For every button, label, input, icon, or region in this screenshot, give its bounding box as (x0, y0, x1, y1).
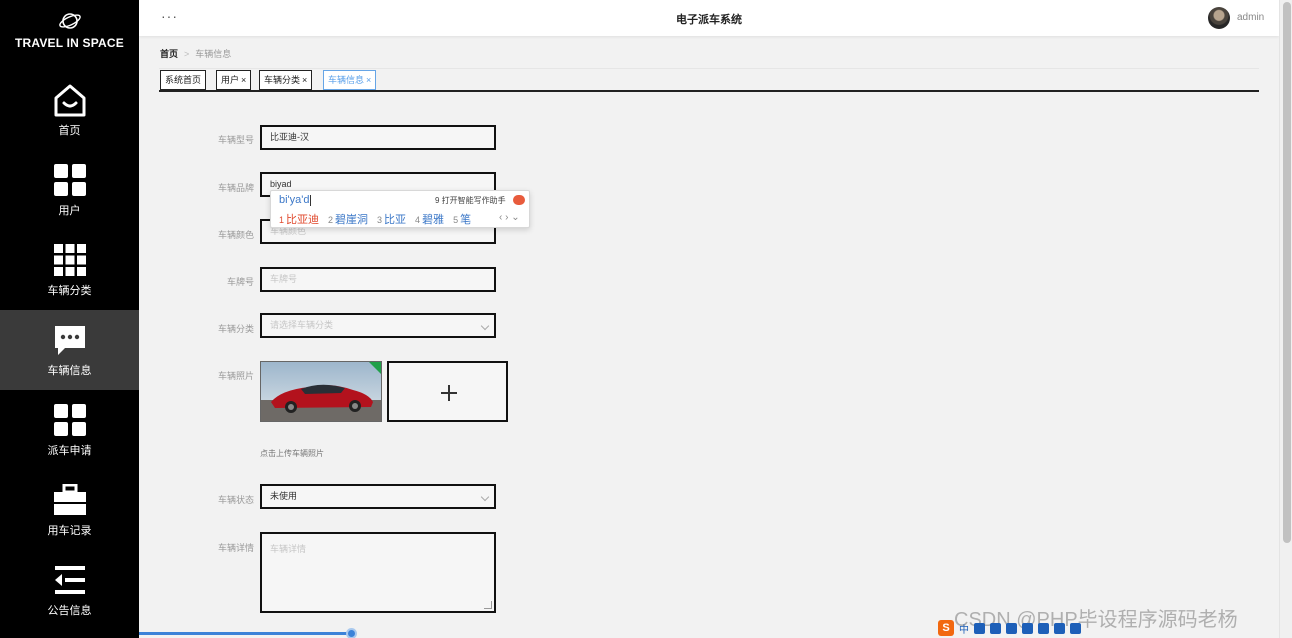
chat-icon (52, 322, 88, 358)
planet-icon (58, 13, 81, 29)
ime-pinyin: bi'ya'd (279, 194, 311, 206)
tab-bar: 系统首页 用户 × 车辆分类 × 车辆信息 × (159, 68, 1259, 92)
sidebar-item-label: 用户 (58, 205, 81, 217)
status-select[interactable]: 未使用 (260, 484, 496, 509)
text-caret (309, 194, 311, 206)
model-label: 车辆型号 (217, 135, 254, 145)
tab-system-home[interactable]: 系统首页 (160, 70, 207, 90)
sidebar-item-home[interactable]: 首页 (0, 70, 139, 150)
breadcrumb: 首页 > 车辆信息 (160, 47, 231, 60)
sidebar-item-usage-records[interactable]: 用车记录 (0, 470, 139, 550)
home-icon (52, 82, 88, 118)
ime-assist-link[interactable]: 9 打开智能写作助手 (435, 195, 506, 206)
ime-candidate[interactable]: 3 比亚 (377, 214, 406, 226)
ime-candidate[interactable]: 5笔 (453, 214, 471, 226)
ime-candidates: 1 比亚迪 2 碧崖洞 3 比亚 4 碧雅 5 笔 (279, 211, 480, 227)
chevron-down-icon (480, 321, 490, 331)
sidebar-item-announcements[interactable]: 公告信息 (0, 550, 139, 630)
tab-label: 车辆分类 (264, 75, 301, 85)
tab-vehicle-category[interactable]: 车辆分类 × (259, 70, 313, 90)
punctuation-icon[interactable] (974, 622, 985, 634)
ime-mode[interactable]: 中 (959, 621, 969, 636)
resize-handle[interactable] (484, 601, 492, 609)
chevron-down-icon (480, 492, 490, 502)
ime-candidate[interactable]: 1 比亚迪 (279, 214, 319, 226)
plus-icon (448, 385, 450, 401)
plate-label: 车牌号 (226, 277, 254, 287)
brand-name: TRAVEL IN SPACE (14, 36, 124, 50)
briefcase-icon (52, 482, 88, 518)
cloud-icon[interactable] (1038, 622, 1049, 634)
upload-hint: 点击上传车辆照片 (260, 449, 324, 458)
car-image (261, 362, 381, 421)
ime-candidate-popup: bi'ya'd 9 打开智能写作助手 1 比亚迪 2 碧崖洞 3 比亚 4 碧雅 5 笔 ‹ › … (270, 190, 530, 228)
sogou-logo-icon[interactable]: S (938, 620, 954, 636)
sidebar-item-dispatch-request[interactable]: 派车申请 (0, 390, 139, 470)
model-input[interactable]: 比亚迪-汉 (260, 125, 496, 150)
sidebar-item-label: 首页 (58, 125, 81, 137)
tab-label: 用户 (221, 75, 240, 85)
sidebar-item-vehicle-info[interactable]: 车辆信息 (0, 310, 139, 390)
breadcrumb-home[interactable]: 首页 (160, 49, 178, 59)
category-placeholder: 请选择车辆分类 (270, 320, 334, 330)
list-icon (52, 562, 88, 598)
toolbox-icon[interactable] (1054, 622, 1065, 634)
sidebar-item-label: 用车记录 (47, 525, 92, 537)
ime-candidate[interactable]: 2 碧崖洞 (328, 214, 368, 226)
close-icon[interactable]: × (366, 75, 371, 85)
brand-label: 车辆品牌 (217, 183, 254, 193)
category-label: 车辆分类 (217, 324, 254, 334)
details-placeholder: 车辆详情 (270, 544, 307, 554)
close-icon[interactable]: × (241, 75, 246, 85)
apps-icon (52, 242, 88, 278)
close-icon[interactable]: × (302, 75, 307, 85)
sidebar-item-label: 派车申请 (47, 445, 92, 457)
ime-pager[interactable]: ‹ › ⌄ (499, 212, 520, 223)
ime-toolbar: S 中 (938, 620, 1081, 636)
grid-icon (52, 162, 88, 198)
status-value: 未使用 (270, 491, 298, 501)
assistant-icon[interactable] (513, 195, 525, 205)
plate-input[interactable]: 车牌号 (260, 267, 496, 292)
details-textarea[interactable]: 车辆详情 (260, 532, 496, 613)
details-label: 车辆详情 (217, 543, 254, 553)
sidebar-item-label: 车辆信息 (47, 365, 92, 377)
sidebar-item-users[interactable]: 用户 (0, 150, 139, 230)
photo-label: 车辆照片 (217, 371, 254, 381)
progress-knob (346, 628, 357, 638)
sidebar-item-label: 公告信息 (47, 605, 92, 617)
color-label: 车辆颜色 (217, 230, 254, 240)
settings-icon[interactable] (1070, 622, 1081, 634)
breadcrumb-current: 车辆信息 (195, 49, 232, 59)
upload-photo-button[interactable] (387, 361, 508, 422)
top-header: ··· 电子派车系统 admin (139, 0, 1279, 36)
grid-icon (52, 402, 88, 438)
ime-candidate[interactable]: 4 碧雅 (415, 214, 444, 226)
sidebar-item-vehicle-category[interactable]: 车辆分类 (0, 230, 139, 310)
sidebar: TRAVEL IN SPACE 首页 用户 车辆分类 车辆信息 派车申请 用车记… (0, 0, 139, 638)
brand: TRAVEL IN SPACE (0, 0, 139, 70)
page-scrollbar[interactable] (1279, 0, 1292, 638)
tab-users[interactable]: 用户 × (216, 70, 252, 90)
tab-label: 系统首页 (165, 75, 202, 85)
category-select[interactable]: 请选择车辆分类 (260, 313, 496, 338)
status-label: 车辆状态 (217, 495, 254, 505)
app-title: 电子派车系统 (676, 14, 742, 26)
scrollbar-thumb[interactable] (1283, 2, 1291, 543)
username[interactable]: admin (1237, 12, 1264, 23)
keyboard-icon[interactable] (1006, 622, 1017, 634)
tab-label: 车辆信息 (328, 75, 365, 85)
sidebar-item-label: 车辆分类 (47, 285, 92, 297)
vehicle-photo[interactable] (260, 361, 382, 422)
microphone-icon[interactable] (990, 622, 1001, 634)
skin-icon[interactable] (1022, 622, 1033, 634)
loading-progress-bar (139, 628, 357, 638)
avatar[interactable] (1208, 7, 1230, 29)
breadcrumb-separator: > (184, 49, 190, 59)
tab-vehicle-info[interactable]: 车辆信息 × (323, 70, 377, 90)
